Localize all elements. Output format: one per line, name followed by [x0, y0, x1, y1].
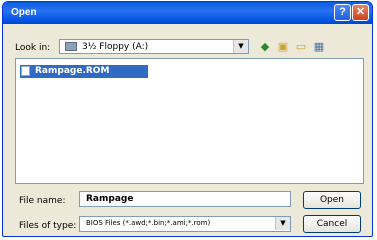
file-name-text: Rampage.ROM	[35, 66, 110, 76]
look-in-label: Look in:	[15, 43, 51, 53]
look-in-value: 3½ Floppy (A:)	[82, 42, 149, 52]
floppy-drive-icon	[65, 42, 77, 51]
dialog-title: Open	[11, 7, 37, 18]
cancel-button[interactable]: Cancel	[303, 215, 361, 233]
views-menu-icon[interactable]: ▦	[311, 39, 327, 54]
file-type-dropdown[interactable]: BIOS Files (*.awd;*.bin;*.ami;*.rom) ▼	[79, 216, 291, 232]
new-folder-icon[interactable]: ▭	[293, 39, 309, 54]
help-button[interactable]: ?	[334, 4, 351, 21]
file-name-label: File name:	[19, 196, 66, 206]
close-button[interactable]: ✕	[352, 4, 369, 21]
back-arrow-icon[interactable]: ◆	[257, 39, 273, 54]
file-list[interactable]: Rampage.ROM	[15, 58, 364, 184]
look-in-dropdown[interactable]: 3½ Floppy (A:) ▼	[59, 39, 249, 54]
file-icon	[21, 66, 30, 76]
chevron-down-icon[interactable]: ▼	[233, 40, 248, 53]
open-dialog: Open ? ✕ Look in: 3½ Floppy (A:) ▼ ◆ ▣ ▭…	[2, 1, 373, 237]
chevron-down-icon[interactable]: ▼	[275, 217, 290, 230]
file-type-label: Files of type:	[19, 221, 77, 231]
file-name-input[interactable]: Rampage	[79, 191, 291, 207]
up-folder-icon[interactable]: ▣	[275, 39, 291, 54]
file-type-value: BIOS Files (*.awd;*.bin;*.ami;*.rom)	[86, 219, 211, 227]
file-name-value: Rampage	[86, 194, 134, 204]
open-button[interactable]: Open	[303, 191, 361, 209]
title-bar[interactable]: Open ? ✕	[3, 2, 372, 24]
list-item[interactable]: Rampage.ROM	[20, 65, 148, 78]
